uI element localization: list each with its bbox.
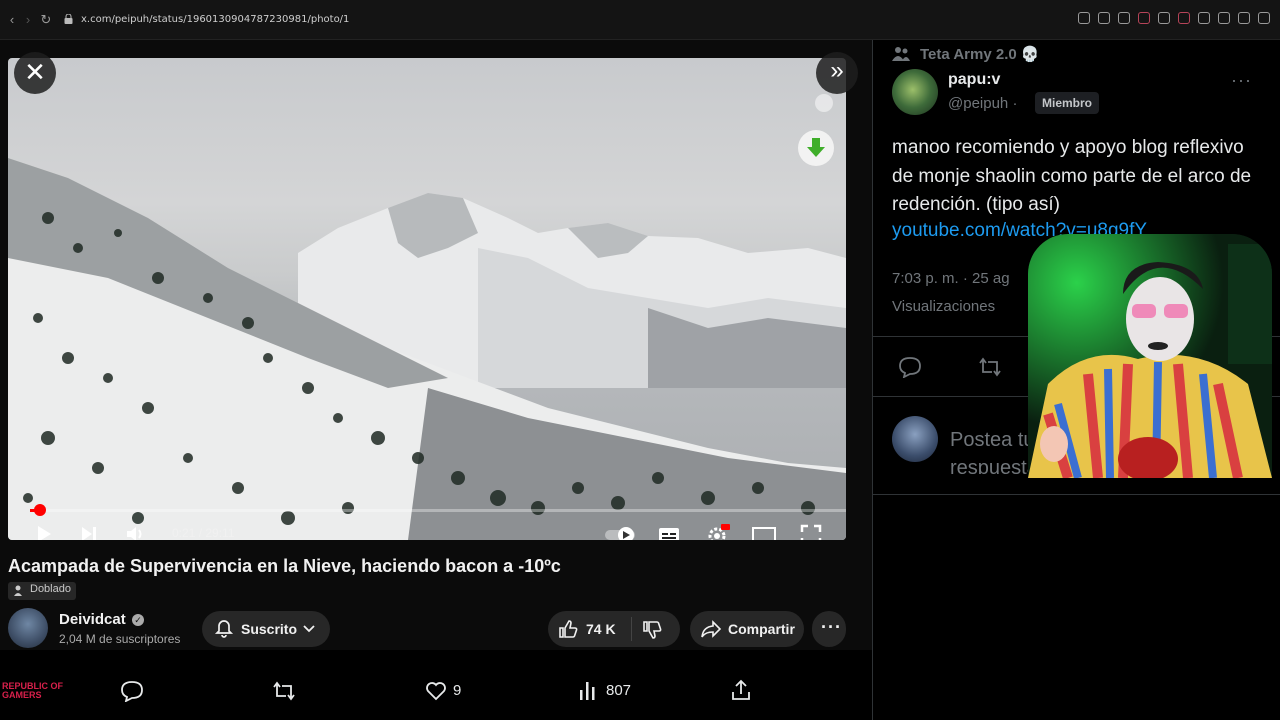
browser-toolbar: ‹ › ↻ x.com/peipuh/status/19601309047872… <box>0 0 1280 40</box>
author-display-name[interactable]: papu:v <box>948 71 1000 89</box>
close-button[interactable]: ✕ <box>14 52 56 94</box>
dubbed-label: Doblado <box>30 583 71 595</box>
channel-name[interactable]: Deividcat <box>59 611 126 628</box>
like-count: 74 K <box>586 621 616 637</box>
share-button[interactable]: Compartir <box>690 611 804 647</box>
skull-icon: 💀 <box>1020 46 1040 63</box>
share-tweet-icon[interactable] <box>730 679 752 701</box>
video-player[interactable]: 0:21 / 29:11 <box>8 58 846 540</box>
views-label: Visualizaciones <box>892 298 996 315</box>
dubbed-badge: Doblado <box>8 582 76 600</box>
tweet-timestamp[interactable]: 7:03 p. m. · 25 ag <box>892 270 1010 287</box>
author-avatar[interactable] <box>892 69 938 115</box>
info-icon[interactable] <box>815 94 833 112</box>
time-display: 0:21 / 29:11 <box>172 526 235 540</box>
bookmark-icon[interactable] <box>1098 12 1110 24</box>
fullscreen-icon[interactable] <box>800 524 822 540</box>
share-icon <box>701 620 722 638</box>
close-icon: ✕ <box>24 57 46 87</box>
heart-icon[interactable] <box>1178 12 1190 24</box>
dislike-icon[interactable] <box>642 620 662 640</box>
share-label: Compartir <box>728 621 795 637</box>
retweet-icon[interactable] <box>978 356 1002 378</box>
download-icon[interactable] <box>1218 12 1230 24</box>
media-viewer: 0:21 / 29:11 ✕ » Acampada de Supervivenc… <box>0 40 872 720</box>
theater-mode-icon[interactable] <box>752 526 776 540</box>
community-icon <box>892 47 910 61</box>
more-options-icon[interactable]: ··· <box>1231 70 1252 91</box>
next-icon[interactable] <box>80 525 98 540</box>
menu-icon[interactable] <box>1258 12 1270 24</box>
divider <box>873 494 1280 495</box>
community-name[interactable]: Teta Army 2.0 💀 <box>920 45 1040 63</box>
lock-icon <box>64 14 73 24</box>
tweet-text: manoo recomiendo y apoyo blog reflexivo … <box>892 137 1252 215</box>
video-title: Acampada de Supervivencia en la Nieve, h… <box>8 556 561 576</box>
like-divider <box>631 617 632 641</box>
lines-icon[interactable] <box>1238 12 1250 24</box>
reply-icon[interactable] <box>898 356 922 378</box>
progress-bar[interactable] <box>30 504 846 516</box>
more-actions-button[interactable]: ··· <box>812 611 846 647</box>
puzzle-icon[interactable] <box>1198 12 1210 24</box>
video-frame-landscape <box>8 158 846 540</box>
green-arrow-icon <box>807 138 825 157</box>
back-icon[interactable]: ‹ <box>4 12 20 28</box>
like-dislike-group: 74 K <box>548 611 680 647</box>
heart-icon[interactable] <box>425 681 447 701</box>
subscribe-button[interactable]: Suscrito <box>202 611 330 647</box>
double-chevron-right-icon: » <box>830 57 844 84</box>
reload-icon[interactable]: ↻ <box>38 12 54 28</box>
webcam-image <box>1028 234 1272 478</box>
verified-icon: ✓ <box>132 614 144 626</box>
zoom-icon[interactable] <box>1078 12 1090 24</box>
scrubber-handle[interactable] <box>33 504 46 516</box>
download-button[interactable] <box>798 130 834 166</box>
expand-panel-button[interactable]: » <box>816 52 858 94</box>
subscribe-label: Suscrito <box>241 621 298 637</box>
more-horizontal-icon: ··· <box>821 617 842 637</box>
bell-icon <box>214 620 234 638</box>
settings-icon[interactable] <box>706 524 730 540</box>
address-bar[interactable]: x.com/peipuh/status/1960130904787230981/… <box>81 14 349 25</box>
subtitles-icon[interactable] <box>658 526 680 540</box>
like-icon[interactable] <box>558 619 578 639</box>
like-count: 9 <box>453 682 462 699</box>
forward-icon[interactable]: › <box>20 12 36 28</box>
subscriber-count: 2,04 M de suscriptores <box>59 632 181 646</box>
extension-icons <box>1078 12 1270 24</box>
rog-line-2: GAMERS <box>2 690 42 700</box>
current-user-avatar <box>892 416 938 462</box>
member-badge: Miembro <box>1035 92 1100 114</box>
autoplay-toggle[interactable] <box>604 526 640 540</box>
volume-icon[interactable] <box>125 524 147 540</box>
play-icon[interactable] <box>34 524 54 540</box>
views-icon[interactable] <box>578 680 598 702</box>
retweet-icon[interactable] <box>272 680 296 702</box>
play-icon[interactable] <box>1158 12 1170 24</box>
screenshot-icon[interactable] <box>1118 12 1130 24</box>
views-count: 807 <box>606 682 632 699</box>
streamer-webcam-overlay <box>1028 234 1272 478</box>
shield-icon[interactable] <box>1138 12 1150 24</box>
author-handle[interactable]: @peipuh · <box>948 95 1017 112</box>
community-label: Teta Army 2.0 <box>920 46 1017 63</box>
rog-logo: REPUBLIC OF GAMERS <box>2 682 63 700</box>
channel-avatar[interactable] <box>8 608 48 648</box>
tweet-action-bar: REPUBLIC OF GAMERS 9 807 <box>0 650 872 720</box>
chevron-down-icon <box>303 625 315 633</box>
person-voice-icon <box>14 585 22 596</box>
reply-icon[interactable] <box>120 680 144 702</box>
